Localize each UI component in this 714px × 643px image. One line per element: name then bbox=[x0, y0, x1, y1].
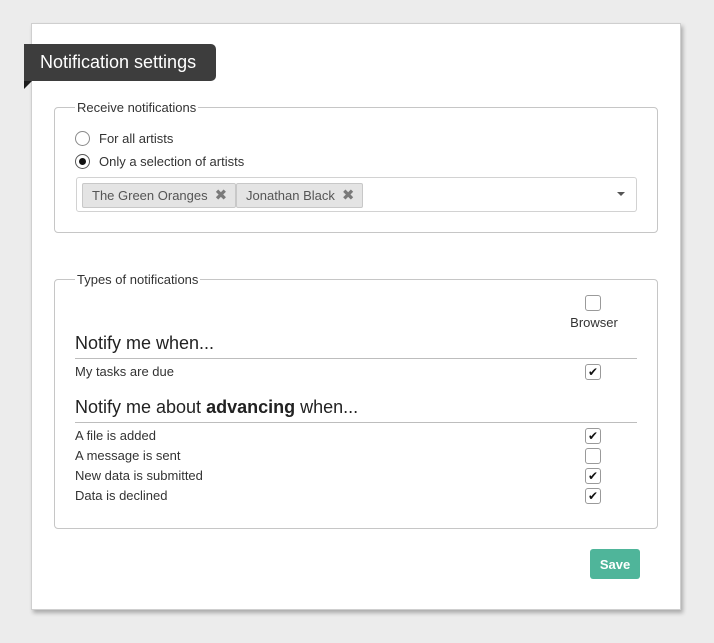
browser-checkbox-data-submitted[interactable] bbox=[585, 468, 601, 484]
row-label-message-sent: A message is sent bbox=[75, 448, 181, 463]
artist-tag: The Green Oranges ✖ bbox=[82, 183, 237, 208]
browser-checkbox-tasks-due[interactable] bbox=[585, 364, 601, 380]
browser-column-header: Browser bbox=[570, 315, 618, 330]
radio-button[interactable] bbox=[75, 153, 90, 169]
page-title: Notification settings bbox=[24, 44, 217, 81]
artist-tag: Jonathan Black ✖ bbox=[236, 183, 364, 208]
divider bbox=[75, 358, 637, 359]
heading-bold-text: advancing bbox=[206, 397, 296, 417]
divider bbox=[75, 422, 637, 423]
radio-selected-artists[interactable]: Only a selection of artists bbox=[75, 152, 244, 170]
artist-tag-label: Jonathan Black bbox=[246, 188, 335, 203]
radio-all-artists[interactable]: For all artists bbox=[75, 129, 173, 147]
notification-types-legend: Types of notifications bbox=[77, 272, 199, 287]
ribbon-fold bbox=[24, 81, 32, 89]
notify-when-heading: Notify me when... bbox=[75, 333, 215, 353]
row-label-tasks-due: My tasks are due bbox=[75, 364, 174, 379]
receive-notifications-legend: Receive notifications bbox=[77, 100, 197, 115]
heading-text: Notify me about bbox=[75, 397, 207, 417]
browser-select-all-checkbox[interactable] bbox=[585, 295, 601, 311]
save-button[interactable]: Save bbox=[590, 549, 640, 579]
radio-label: Only a selection of artists bbox=[99, 153, 245, 169]
remove-tag-icon[interactable]: ✖ bbox=[342, 184, 355, 207]
browser-checkbox-message-sent[interactable] bbox=[585, 448, 601, 464]
dropdown-caret-icon[interactable] bbox=[617, 192, 625, 196]
notify-advancing-heading: Notify me about advancing when... bbox=[75, 397, 358, 418]
artist-tag-label: The Green Oranges bbox=[92, 188, 208, 203]
browser-checkbox-data-declined[interactable] bbox=[585, 488, 601, 504]
browser-checkbox-file-added[interactable] bbox=[585, 428, 601, 444]
row-label-file-added: A file is added bbox=[75, 428, 156, 443]
row-label-data-declined: Data is declined bbox=[75, 488, 168, 503]
artist-multiselect[interactable]: The Green Oranges ✖ Jonathan Black ✖ bbox=[76, 177, 637, 212]
row-label-data-submitted: New data is submitted bbox=[75, 468, 203, 483]
radio-label: For all artists bbox=[99, 130, 174, 146]
remove-tag-icon[interactable]: ✖ bbox=[215, 184, 228, 207]
heading-text: when... bbox=[295, 397, 359, 417]
radio-button[interactable] bbox=[75, 130, 90, 146]
